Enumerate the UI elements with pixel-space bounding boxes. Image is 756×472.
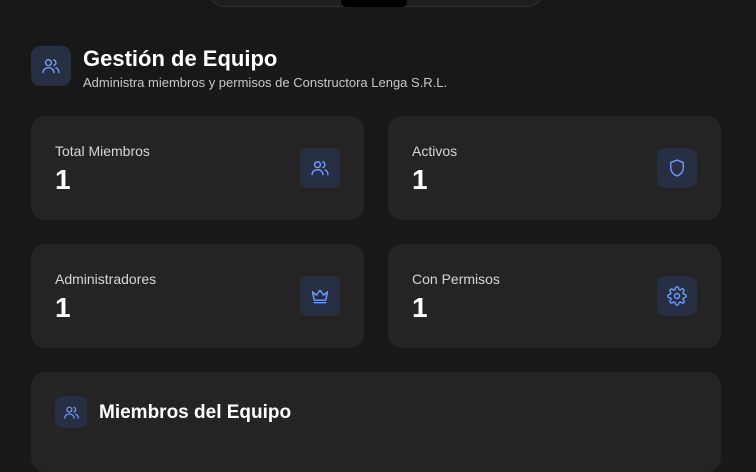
stat-card-total-members: Total Miembros 1 [31, 116, 364, 220]
page-title: Gestión de Equipo [83, 46, 278, 71]
stat-value: 1 [55, 292, 71, 323]
users-icon [31, 46, 71, 86]
members-section-title: Miembros del Equipo [99, 402, 292, 423]
stat-label: Con Permisos [412, 271, 500, 287]
stat-card-admins: Administradores 1 [31, 244, 364, 348]
stat-value: 1 [55, 164, 71, 195]
stat-label: Activos [412, 143, 458, 159]
stat-card-active: Activos 1 [388, 116, 721, 220]
stat-value: 1 [412, 292, 428, 323]
gear-icon [657, 276, 697, 316]
stat-label: Administradores [55, 271, 157, 287]
shield-icon [657, 148, 697, 188]
stat-card-with-permissions: Con Permisos 1 [388, 244, 721, 348]
users-icon [55, 396, 87, 428]
page-subtitle: Administra miembros y permisos de Constr… [83, 75, 448, 90]
top-bar [207, 0, 545, 7]
stat-label: Total Miembros [55, 143, 150, 159]
page-header: Gestión de Equipo Administra miembros y … [31, 46, 447, 90]
top-bar-pill [341, 0, 407, 7]
users-icon [300, 148, 340, 188]
members-section: Miembros del Equipo [31, 372, 721, 472]
crown-icon [300, 276, 340, 316]
stat-value: 1 [412, 164, 428, 195]
